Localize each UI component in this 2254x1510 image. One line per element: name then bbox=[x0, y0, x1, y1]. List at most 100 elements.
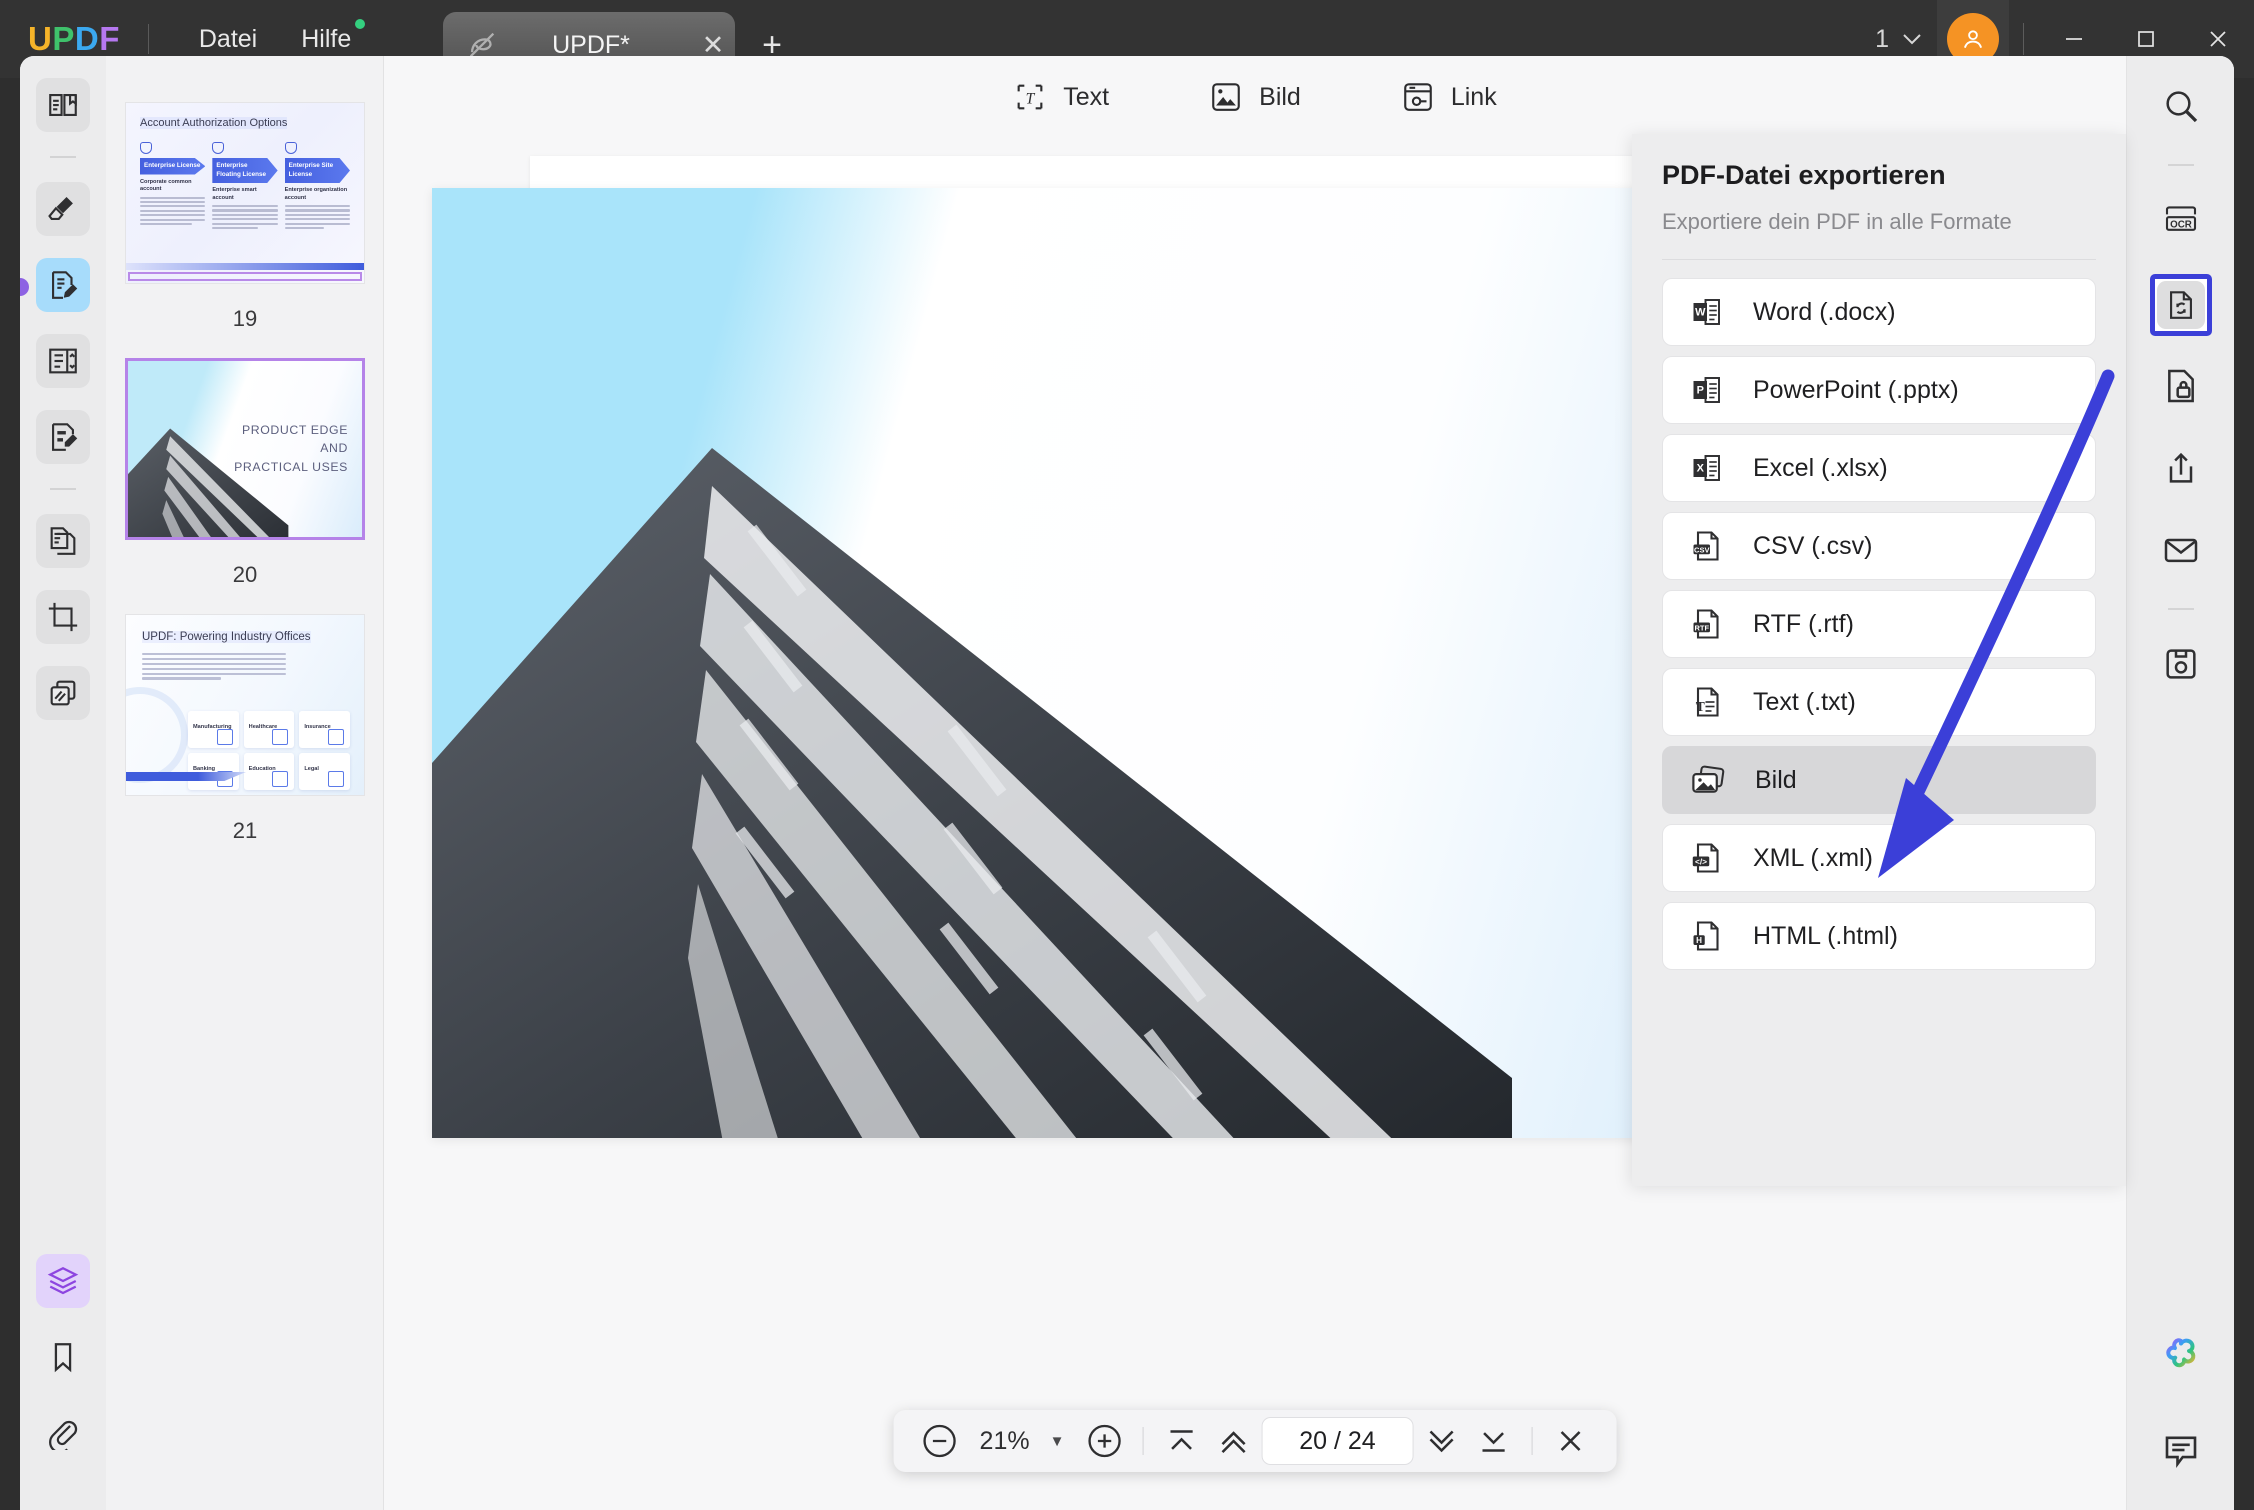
next-page-button[interactable] bbox=[1417, 1417, 1465, 1465]
slide-19-para-3 bbox=[285, 205, 350, 229]
export-powerpoint[interactable]: P PowerPoint (.pptx) bbox=[1662, 356, 2096, 424]
zoom-in-button[interactable] bbox=[1080, 1417, 1128, 1465]
updf-logo: U P D F bbox=[28, 20, 120, 58]
edit-toolbar: T Text Bild bbox=[384, 56, 2126, 138]
powerpoint-file-icon: P bbox=[1689, 372, 1725, 408]
zoom-dropdown-icon[interactable]: ▼ bbox=[1046, 1433, 1077, 1450]
sidebar-item-sign[interactable] bbox=[36, 410, 90, 464]
chevron-up-double-icon bbox=[1214, 1422, 1252, 1460]
rail-divider-1 bbox=[50, 156, 76, 158]
tool-link[interactable]: Link bbox=[1401, 80, 1497, 114]
export-text[interactable]: T Text (.txt) bbox=[1662, 668, 2096, 736]
sidebar-item-comment[interactable] bbox=[36, 182, 90, 236]
right-rail-divider-1 bbox=[2168, 164, 2194, 166]
zoom-level-label[interactable]: 21% bbox=[968, 1427, 1042, 1456]
sidebar-item-attachments[interactable] bbox=[36, 1406, 90, 1460]
slide-21-card: Education bbox=[244, 753, 295, 790]
ai-assistant-button[interactable] bbox=[2153, 1328, 2209, 1384]
export-xml[interactable]: </> XML (.xml) bbox=[1662, 824, 2096, 892]
export-rtf[interactable]: RTF RTF (.rtf) bbox=[1662, 590, 2096, 658]
slide-20-title-line-1: PRODUCT EDGE AND bbox=[216, 421, 348, 458]
right-rail-bottom bbox=[2127, 1328, 2234, 1478]
notification-dot-icon bbox=[355, 19, 365, 29]
menu-datei[interactable]: Datei bbox=[177, 19, 279, 60]
thumbnail-page-19[interactable]: Account Authorization Options Enterprise… bbox=[106, 102, 384, 358]
export-bild[interactable]: Bild bbox=[1662, 746, 2096, 814]
slide-19-highlight-box bbox=[128, 272, 362, 281]
menu-datei-label: Datei bbox=[199, 25, 257, 53]
sidebar-item-batch[interactable] bbox=[36, 666, 90, 720]
window-switcher[interactable]: 1 bbox=[1861, 25, 1937, 54]
slide-19-para-1 bbox=[140, 197, 205, 225]
export-xml-label: XML (.xml) bbox=[1753, 844, 1873, 873]
last-page-button[interactable] bbox=[1469, 1417, 1517, 1465]
slide-19-sub-1: Corporate common account bbox=[140, 179, 205, 194]
export-word-label: Word (.docx) bbox=[1753, 298, 1896, 327]
previous-page-button[interactable] bbox=[1209, 1417, 1257, 1465]
comments-button[interactable] bbox=[2153, 1422, 2209, 1478]
svg-text:W: W bbox=[1695, 306, 1706, 318]
thumbnail-label-21: 21 bbox=[233, 818, 257, 844]
save-as-button[interactable] bbox=[2153, 636, 2209, 692]
thumbnail-pane[interactable]: Account Authorization Options Enterprise… bbox=[106, 56, 384, 1510]
sidebar-item-crop[interactable] bbox=[36, 590, 90, 644]
sidebar-item-bookmarks[interactable] bbox=[36, 1330, 90, 1384]
menu-hilfe[interactable]: Hilfe bbox=[279, 19, 373, 60]
thumbnail-frame-20[interactable]: PRODUCT EDGE AND PRACTICAL USES bbox=[125, 358, 365, 540]
last-page-icon bbox=[1474, 1422, 1512, 1460]
close-zoombar-button[interactable] bbox=[1546, 1417, 1594, 1465]
word-file-icon: W bbox=[1689, 294, 1725, 330]
document-lock-icon bbox=[2161, 366, 2201, 406]
tool-text[interactable]: T Text bbox=[1013, 80, 1109, 114]
export-html[interactable]: H HTML (.html) bbox=[1662, 902, 2096, 970]
slide-19-card-2: Enterprise Floating License Enterprise s… bbox=[212, 142, 277, 231]
healthcare-icon bbox=[272, 729, 288, 745]
txt-file-icon: T bbox=[1689, 684, 1725, 720]
logo-letter-u: U bbox=[28, 20, 52, 58]
svg-text:T: T bbox=[1696, 699, 1705, 714]
user-icon bbox=[212, 142, 224, 154]
zoom-out-button[interactable] bbox=[916, 1417, 964, 1465]
window-count-label: 1 bbox=[1875, 25, 1889, 54]
updf-window: U P D F Datei Hilfe UPDF* ✕ + 1 bbox=[0, 0, 2254, 1510]
export-word[interactable]: W Word (.docx) bbox=[1662, 278, 2096, 346]
thumbnail-frame-21[interactable]: UPDF: Powering Industry Offices Manufact… bbox=[125, 614, 365, 796]
first-page-icon bbox=[1162, 1422, 1200, 1460]
ocr-button[interactable]: OCR bbox=[2153, 192, 2209, 248]
convert-pdf-button[interactable] bbox=[2150, 274, 2212, 336]
logo-letter-d: D bbox=[75, 20, 99, 58]
email-button[interactable] bbox=[2153, 522, 2209, 578]
export-excel[interactable]: X Excel (.xlsx) bbox=[1662, 434, 2096, 502]
export-pdf-panel: PDF-Datei exportieren Exportiere dein PD… bbox=[1632, 134, 2126, 1186]
education-icon bbox=[272, 771, 288, 787]
image-icon bbox=[1209, 80, 1243, 114]
tool-bild[interactable]: Bild bbox=[1209, 80, 1301, 114]
export-html-label: HTML (.html) bbox=[1753, 922, 1898, 951]
svg-text:X: X bbox=[1697, 462, 1705, 474]
sidebar-item-reader[interactable] bbox=[36, 78, 90, 132]
right-rail-divider-2 bbox=[2168, 608, 2194, 610]
zoombar-divider-2 bbox=[1531, 1427, 1532, 1455]
sidebar-item-thumbnails[interactable] bbox=[36, 1254, 90, 1308]
sidebar-item-edit[interactable] bbox=[36, 258, 90, 312]
slide-21-preview: UPDF: Powering Industry Offices Manufact… bbox=[126, 615, 364, 795]
slide-19-para-2 bbox=[212, 205, 277, 229]
thumbnail-page-20[interactable]: PRODUCT EDGE AND PRACTICAL USES 20 bbox=[106, 358, 384, 614]
app-body: Account Authorization Options Enterprise… bbox=[20, 56, 2234, 1510]
first-page-button[interactable] bbox=[1157, 1417, 1205, 1465]
menu-hilfe-label: Hilfe bbox=[301, 25, 351, 53]
export-panel-divider bbox=[1662, 259, 2096, 260]
comment-bubble-icon bbox=[2160, 1429, 2202, 1471]
search-icon[interactable] bbox=[2153, 78, 2209, 134]
page-indicator[interactable]: 20 / 24 bbox=[1261, 1417, 1413, 1465]
minus-circle-icon bbox=[920, 1421, 960, 1461]
floppy-save-icon bbox=[2161, 644, 2201, 684]
thumbnail-frame-19[interactable]: Account Authorization Options Enterprise… bbox=[125, 102, 365, 284]
export-csv[interactable]: CSV CSV (.csv) bbox=[1662, 512, 2096, 580]
share-button[interactable] bbox=[2153, 440, 2209, 496]
protect-button[interactable] bbox=[2153, 358, 2209, 414]
sidebar-item-form[interactable] bbox=[36, 334, 90, 388]
thumbnail-page-21[interactable]: UPDF: Powering Industry Offices Manufact… bbox=[106, 614, 384, 870]
panel-resize-handle[interactable] bbox=[20, 278, 29, 296]
sidebar-item-organize[interactable] bbox=[36, 514, 90, 568]
